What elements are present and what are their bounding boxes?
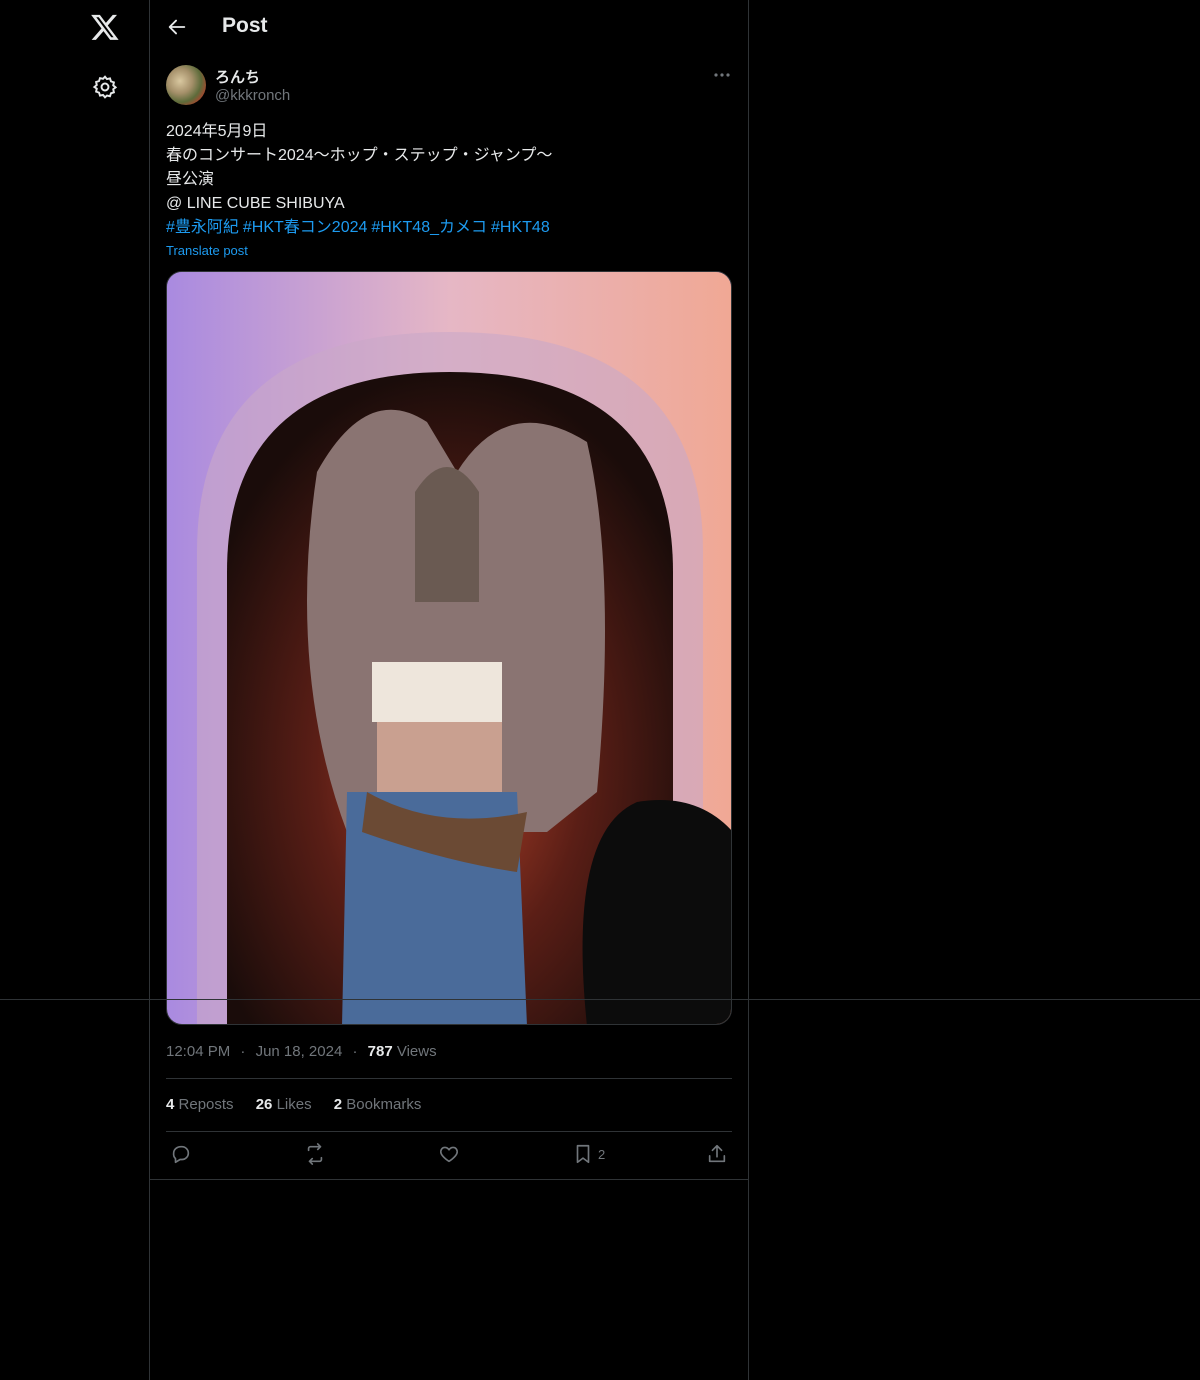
heart-icon (440, 1146, 458, 1163)
hashtag-link[interactable]: #HKT春コン2024 (243, 219, 368, 236)
main-column: Post ろんち @kkkronch 2024年5月9日 春のコンサート2024… (149, 0, 749, 1380)
meta-separator: · (352, 1043, 358, 1060)
post-date[interactable]: Jun 18, 2024 (256, 1043, 343, 1060)
photo-illustration (167, 272, 731, 1024)
views-count: 787 (367, 1043, 393, 1060)
post-text: 2024年5月9日 春のコンサート2024〜ホップ・ステップ・ジャンプ〜 昼公演… (166, 120, 732, 240)
post-text-line: 春のコンサート2024〜ホップ・ステップ・ジャンプ〜 (166, 147, 553, 164)
hashtag-link[interactable]: #豊永阿紀 (166, 219, 239, 236)
divider (150, 1179, 748, 1180)
bookmarks-stat[interactable]: 2 Bookmarks (334, 1096, 422, 1113)
left-nav (0, 0, 150, 1380)
bookmarks-label: Bookmarks (346, 1096, 422, 1113)
bookmarks-count: 2 (333, 1096, 343, 1113)
bookmark-icon (576, 1144, 590, 1164)
repost-button[interactable] (304, 1141, 326, 1167)
horizontal-rule (0, 999, 1200, 1000)
repost-icon (307, 1143, 323, 1165)
views-label: Views (396, 1043, 437, 1060)
gear-icon[interactable] (92, 74, 118, 100)
reply-icon (172, 1145, 190, 1164)
x-logo-icon[interactable] (90, 12, 120, 42)
action-bar: 2 (166, 1141, 732, 1169)
author-handle[interactable]: @kkkronch (215, 87, 290, 104)
reposts-count: 4 (166, 1096, 175, 1113)
bookmark-button[interactable]: 2 (572, 1141, 605, 1167)
meta-separator: · (240, 1043, 246, 1060)
translate-post-link[interactable]: Translate post (166, 243, 248, 258)
share-button[interactable] (706, 1141, 728, 1167)
post-time[interactable]: 12:04 PM (166, 1043, 230, 1060)
divider (166, 1131, 732, 1132)
post-photo[interactable] (166, 271, 732, 1025)
hashtag-list: #豊永阿紀 #HKT春コン2024 #HKT48_カメコ #HKT48 (166, 216, 732, 240)
reply-button[interactable] (170, 1141, 192, 1167)
avatar[interactable] (166, 65, 206, 105)
like-button[interactable] (438, 1141, 460, 1167)
post-text-line: @ LINE CUBE SHIBUYA (166, 195, 345, 212)
bookmark-count: 2 (598, 1146, 606, 1162)
top-bar: Post (150, 0, 748, 54)
reposts-label: Reposts (178, 1096, 234, 1113)
engagement-stats: 4 Reposts 26 Likes 2 Bookmarks (166, 1096, 439, 1113)
post-text-line: 昼公演 (166, 171, 215, 188)
more-horizontal-icon[interactable] (710, 66, 734, 84)
hashtag-link[interactable]: #HKT48_カメコ (371, 219, 487, 236)
share-icon (708, 1144, 726, 1163)
arrow-left-icon[interactable] (166, 16, 188, 38)
likes-stat[interactable]: 26 Likes (256, 1096, 312, 1113)
likes-label: Likes (276, 1096, 312, 1113)
likes-count: 26 (255, 1096, 273, 1113)
post-text-line: 2024年5月9日 (166, 123, 268, 140)
author-name[interactable]: ろんち (215, 66, 260, 87)
post-meta: 12:04 PM · Jun 18, 2024 · 787 Views (166, 1043, 437, 1060)
divider (166, 1078, 732, 1079)
hashtag-link[interactable]: #HKT48 (491, 219, 550, 236)
page-title: Post (222, 14, 268, 37)
reposts-stat[interactable]: 4 Reposts (166, 1096, 234, 1113)
